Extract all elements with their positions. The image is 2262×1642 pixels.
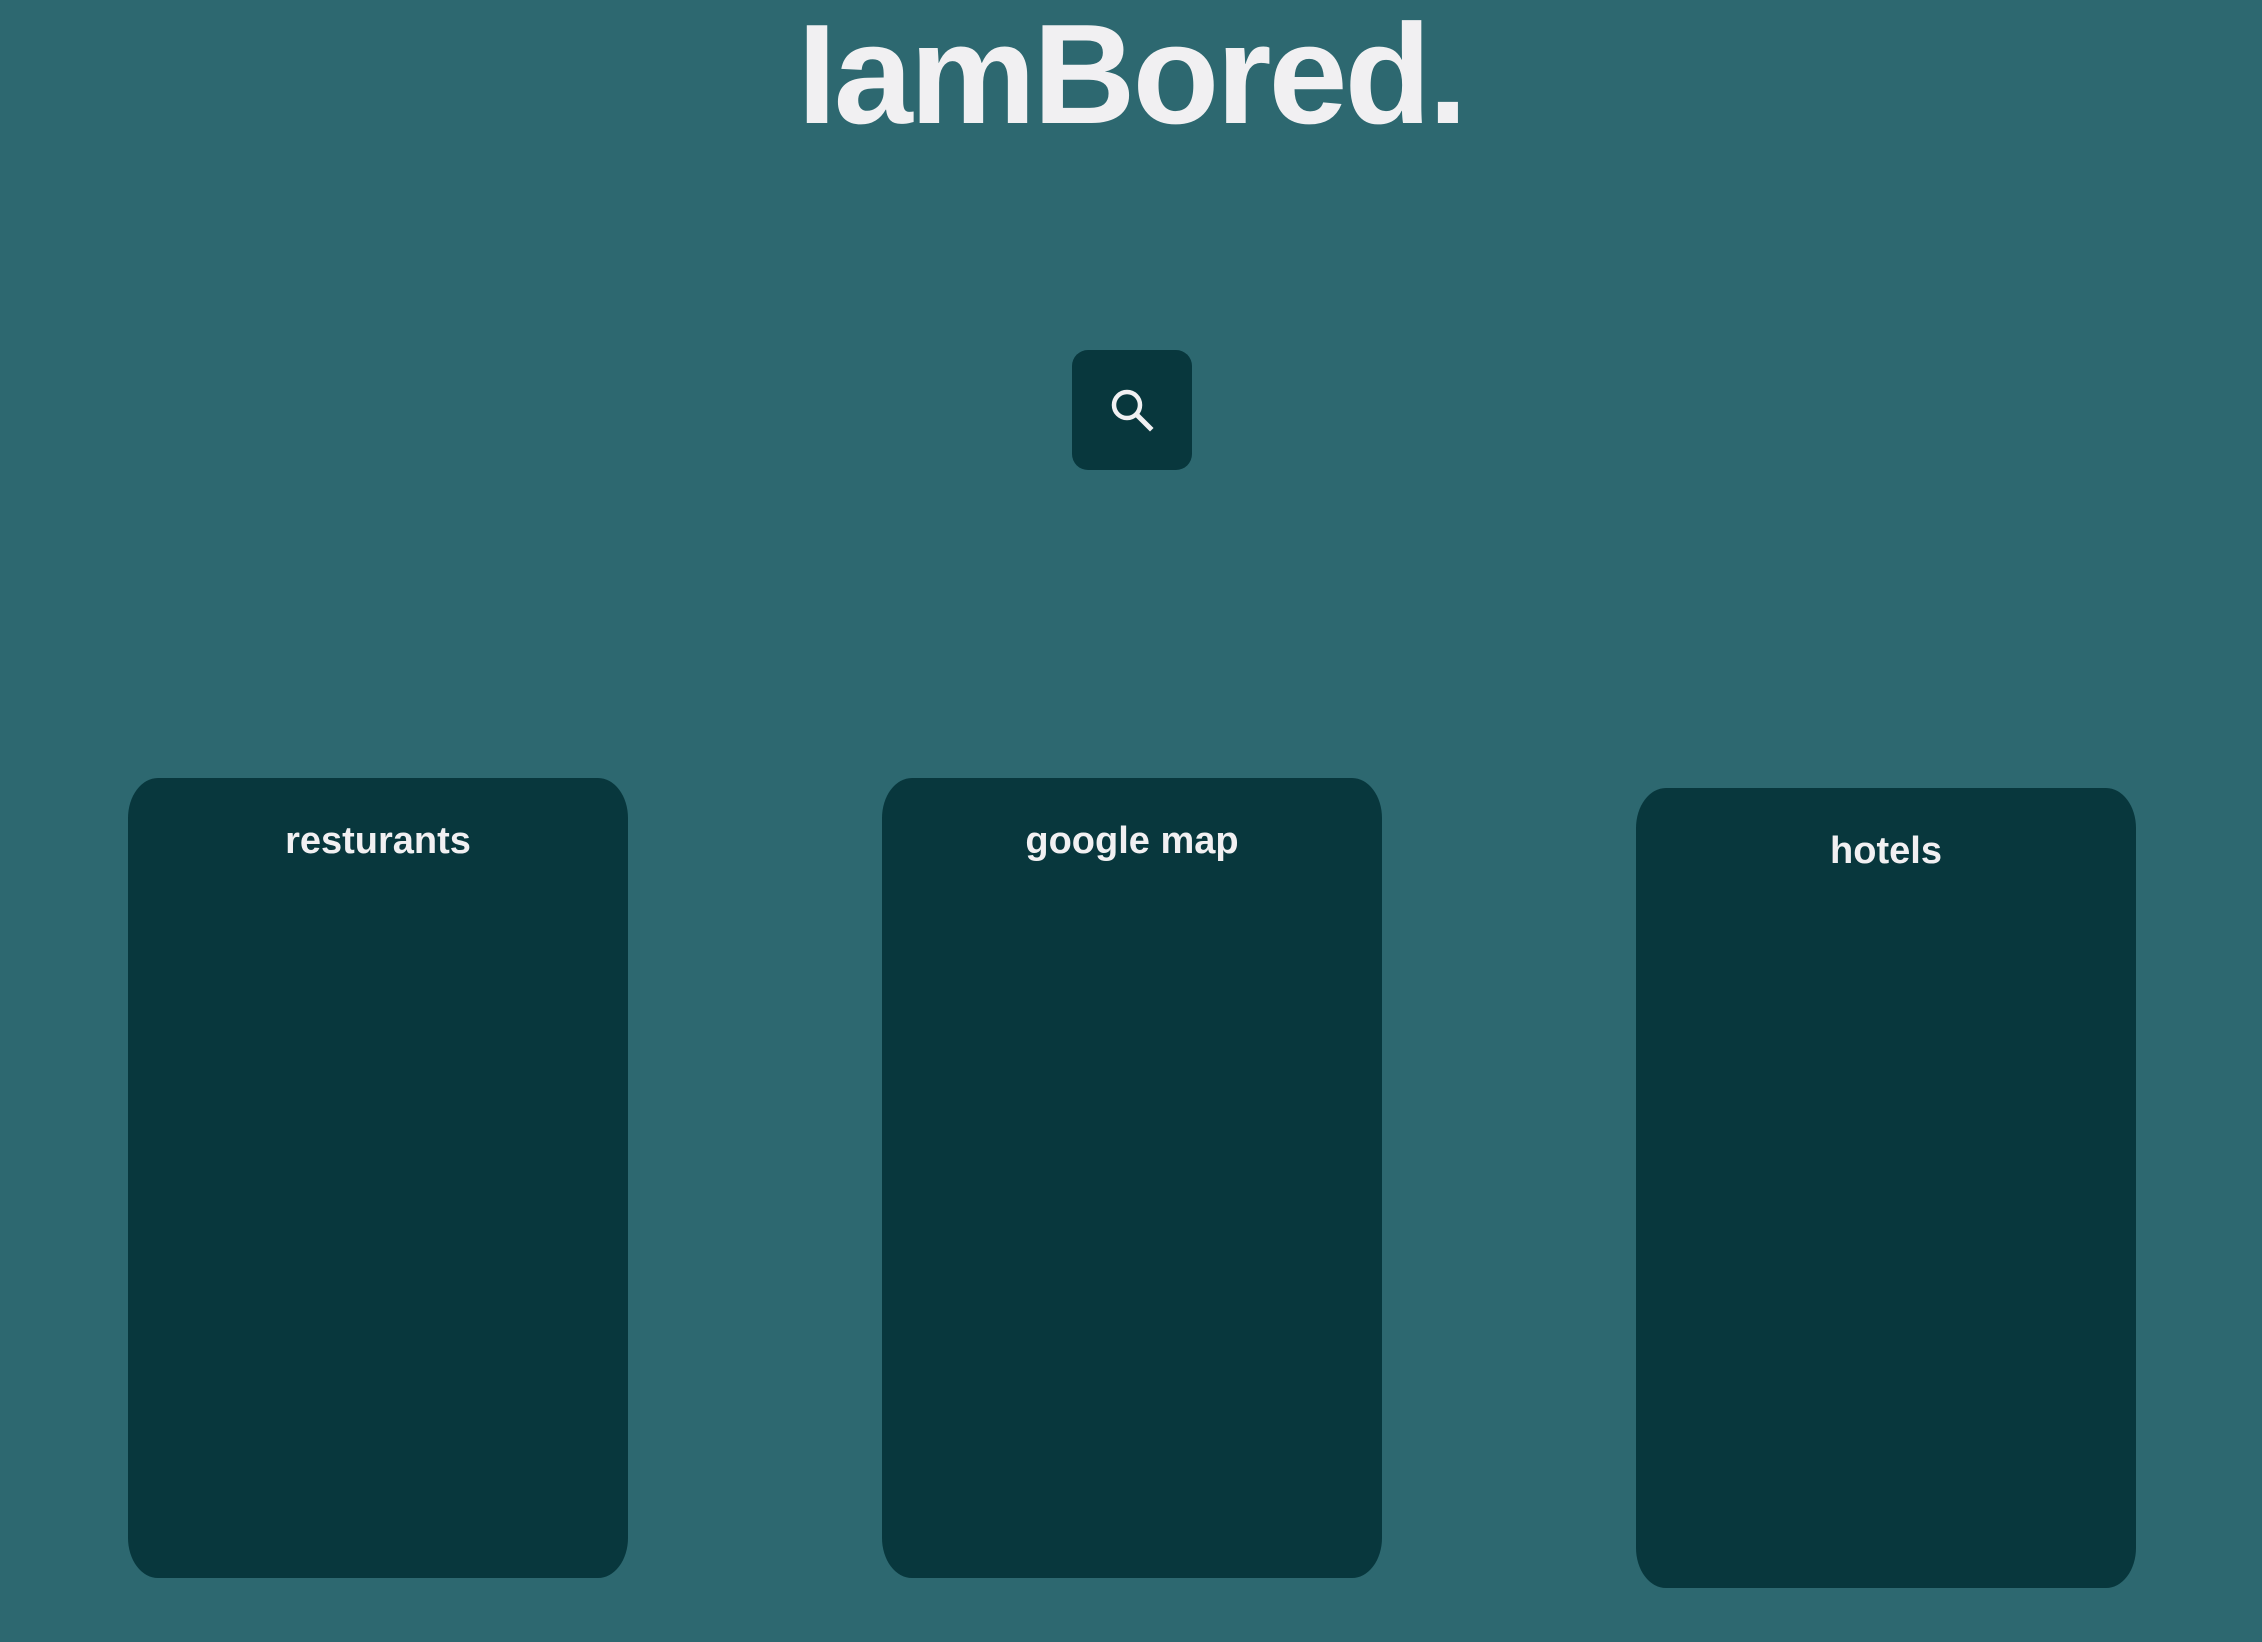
page-title: IamBored. <box>797 0 1467 154</box>
page: IamBored. resturants google map hotels <box>0 0 2262 1642</box>
card-title: google map <box>1025 820 1239 862</box>
search-icon <box>1107 385 1157 435</box>
card-hotels[interactable]: hotels <box>1636 788 2136 1588</box>
card-title: hotels <box>1830 830 1942 872</box>
search-button[interactable] <box>1072 350 1192 470</box>
card-resturants[interactable]: resturants <box>128 778 628 1578</box>
card-google-map[interactable]: google map <box>882 778 1382 1578</box>
card-title: resturants <box>285 820 471 862</box>
